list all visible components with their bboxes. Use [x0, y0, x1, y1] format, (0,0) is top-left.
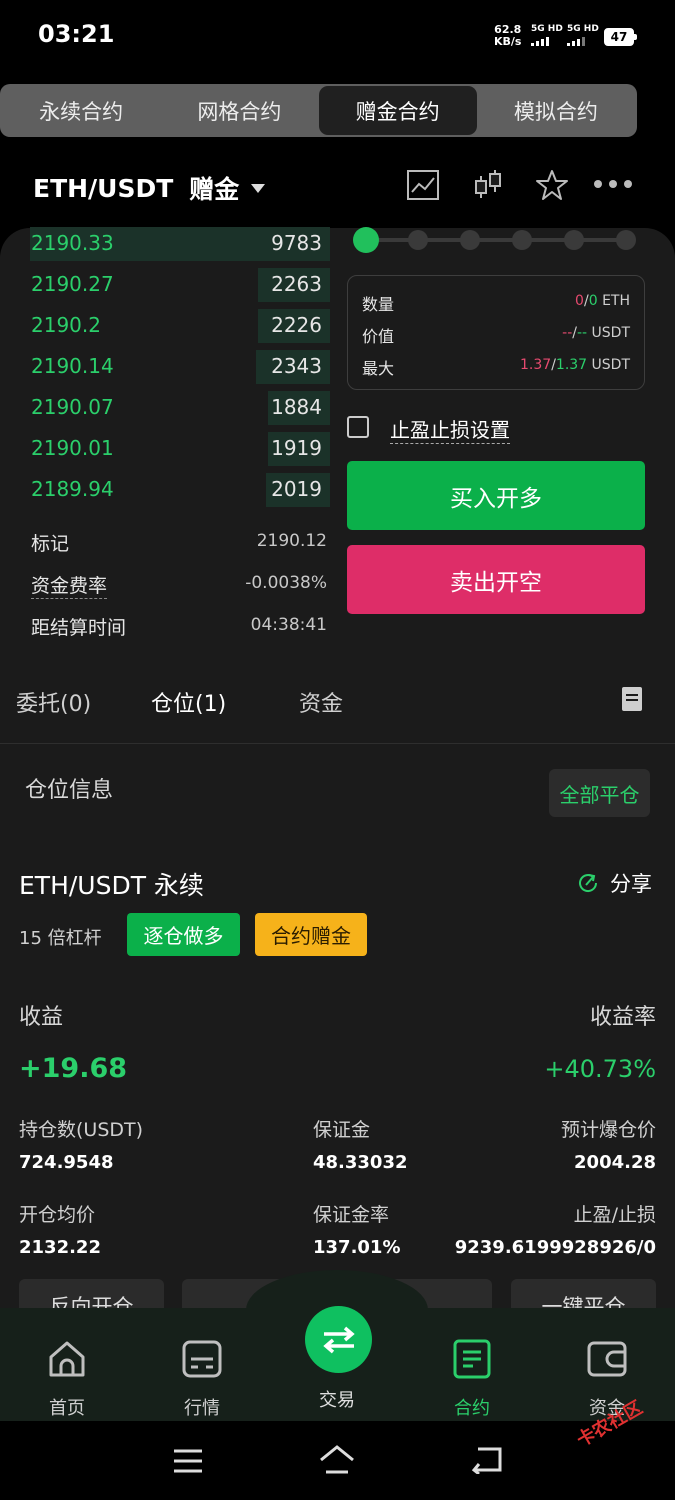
tpsl-value: 9239.6199928926/0 [454, 1237, 656, 1258]
sell-short-button[interactable]: 卖出开空 [347, 545, 645, 614]
pair-selector[interactable]: ETH/USDT 赠金 [33, 170, 266, 206]
position-info-title: 仓位信息 [25, 778, 114, 803]
caret-down-icon [251, 183, 266, 193]
divider [0, 743, 675, 744]
wallet-icon [587, 1341, 627, 1377]
amount-slider-track[interactable] [366, 238, 628, 242]
order-book-row[interactable]: 2190.07 1884 [0, 389, 330, 425]
contract-tabs: 永续合约 网格合约 赠金合约 模拟合约 [0, 84, 637, 137]
slider-handle[interactable] [353, 227, 379, 253]
share-button[interactable]: 分享 [576, 868, 652, 898]
order-book-row[interactable]: 2190.33 9783 [0, 225, 330, 261]
home-nav-icon[interactable] [318, 1444, 356, 1476]
contract-icon [453, 1339, 491, 1379]
liq-value: 2004.28 [574, 1152, 656, 1173]
pnl-value: +19.68 [19, 1053, 128, 1084]
market-icon [182, 1340, 222, 1378]
entry-value: 2132.22 [19, 1237, 101, 1258]
menu-icon[interactable] [172, 1448, 204, 1474]
order-book-row[interactable]: 2190.14 2343 [0, 348, 330, 384]
roe-label: 收益率 [589, 1005, 656, 1030]
tab-positions[interactable]: 仓位(1) [151, 686, 226, 718]
size-value: 724.9548 [19, 1152, 114, 1173]
position-pair: ETH/USDT 永续 [19, 871, 204, 900]
home-icon [49, 1341, 85, 1377]
funding-rate-value: -0.0038% [245, 573, 327, 593]
tab-orders[interactable]: 委托(0) [16, 686, 91, 718]
slider-step[interactable] [564, 230, 584, 250]
chart-line-icon[interactable] [406, 168, 440, 202]
tpsl-value-label: 止盈/止损 [573, 1204, 656, 1226]
qty-label: 数量 [362, 295, 395, 314]
margin-ratio-label: 保证金率 [313, 1204, 390, 1226]
order-book-row[interactable]: 2189.94 2019 [0, 471, 330, 507]
net-speed: 62.8 KB/s [494, 23, 522, 48]
nav-market[interactable]: 行情 [162, 1338, 242, 1420]
signal-1-icon: 5G HD [531, 24, 563, 46]
signal-2-icon: 5G HD [567, 24, 599, 46]
slider-step[interactable] [460, 230, 480, 250]
star-icon[interactable] [535, 168, 569, 202]
mark-price-label: 标记 [31, 533, 70, 555]
qty-value: 0/0 ETH [575, 293, 630, 309]
document-icon[interactable] [621, 686, 643, 712]
nav-contract[interactable]: 合约 [432, 1338, 512, 1420]
mark-price-value: 2190.12 [256, 531, 327, 551]
screen: 03:21 62.8 KB/s 5G HD 5G HD 47 永续合约 网格合约… [0, 0, 675, 1500]
value-value: --/-- USDT [562, 325, 630, 341]
value-label: 价值 [362, 327, 395, 346]
tab-bonus[interactable]: 赠金合约 [318, 86, 477, 135]
side-badge: 逐仓做多 [127, 913, 240, 956]
slider-step[interactable] [616, 230, 636, 250]
settle-time-value: 04:38:41 [250, 615, 327, 635]
max-label: 最大 [362, 359, 395, 378]
size-label: 持仓数(USDT) [19, 1119, 144, 1141]
back-icon[interactable] [470, 1446, 504, 1474]
nav-trade-label[interactable]: 交易 [297, 1386, 377, 1412]
nav-trade-button[interactable] [305, 1306, 372, 1373]
margin-ratio-value: 137.01% [313, 1237, 401, 1258]
trade-icon [322, 1326, 355, 1353]
bonus-badge: 合约赠金 [255, 913, 367, 956]
margin-label: 保证金 [313, 1119, 371, 1141]
margin-value: 48.33032 [313, 1152, 408, 1173]
slider-step[interactable] [408, 230, 428, 250]
entry-label: 开仓均价 [19, 1204, 96, 1226]
roe-value: +40.73% [544, 1055, 656, 1083]
funding-rate-label[interactable]: 资金费率 [31, 571, 108, 599]
buy-long-button[interactable]: 买入开多 [347, 461, 645, 530]
tpsl-checkbox[interactable] [347, 416, 369, 438]
max-value: 1.37/1.37 USDT [520, 357, 630, 373]
more-icon[interactable] [593, 178, 633, 190]
nav-home[interactable]: 首页 [27, 1338, 107, 1420]
leverage-label: 15 倍杠杆 [19, 928, 102, 949]
order-book-row[interactable]: 2190.27 2263 [0, 266, 330, 302]
pair-mode: 赠金 [189, 175, 240, 204]
order-book-row[interactable]: 2190.01 1919 [0, 430, 330, 466]
tpsl-settings-link[interactable]: 止盈止损设置 [390, 414, 510, 444]
close-all-button[interactable]: 全部平仓 [549, 769, 650, 817]
tab-perpetual[interactable]: 永续合约 [2, 86, 160, 135]
share-icon [579, 874, 598, 892]
battery-icon: 47 [604, 28, 637, 46]
pair-name: ETH/USDT [33, 173, 174, 203]
candlestick-icon[interactable] [473, 168, 503, 202]
tab-grid[interactable]: 网格合约 [160, 86, 318, 135]
tab-demo[interactable]: 模拟合约 [477, 86, 635, 135]
liq-label: 预计爆仓价 [560, 1119, 656, 1141]
settle-time-label: 距结算时间 [31, 617, 127, 639]
slider-step[interactable] [512, 230, 532, 250]
status-time: 03:21 [38, 20, 115, 48]
pnl-label: 收益 [19, 1005, 64, 1030]
tab-assets[interactable]: 资金 [299, 686, 343, 718]
order-book-row[interactable]: 2190.2 2226 [0, 307, 330, 343]
